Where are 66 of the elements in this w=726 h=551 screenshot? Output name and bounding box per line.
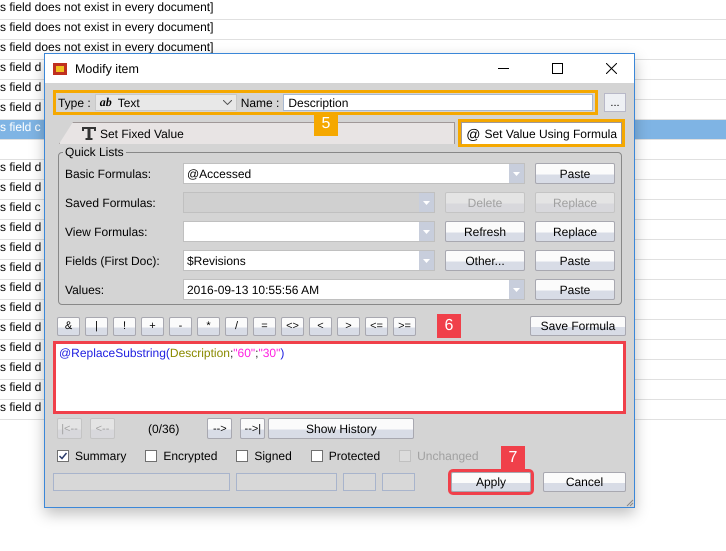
operator-button[interactable]: <> bbox=[281, 316, 304, 336]
save-formula-button[interactable]: Save Formula bbox=[530, 316, 626, 336]
checkmark-icon bbox=[58, 451, 68, 461]
list-row[interactable]: s field does not exist in every document] bbox=[0, 20, 726, 40]
combo-box[interactable]: 2016-09-13 10:55:56 AM bbox=[183, 279, 525, 300]
checkbox[interactable] bbox=[236, 450, 248, 462]
history-button[interactable]: -->| bbox=[240, 418, 266, 439]
field-label: Basic Formulas: bbox=[65, 166, 152, 180]
operator-button[interactable]: / bbox=[225, 316, 248, 336]
action-button[interactable]: Paste bbox=[535, 250, 615, 271]
tab[interactable]: @ Set Value Using Formula bbox=[461, 122, 622, 144]
text-t-icon bbox=[82, 127, 96, 140]
field-label: Values: bbox=[65, 282, 106, 296]
field-label: View Formulas: bbox=[65, 224, 148, 238]
action-button[interactable]: Paste bbox=[535, 279, 615, 300]
history-counter: (0/36) bbox=[148, 422, 180, 436]
checkbox-label[interactable]: Signed bbox=[254, 449, 292, 463]
apply-button[interactable]: Apply bbox=[451, 472, 531, 492]
operator-button[interactable]: > bbox=[337, 316, 360, 336]
checkbox[interactable] bbox=[310, 450, 323, 462]
operator-button[interactable]: >= bbox=[393, 316, 416, 336]
formula-editor[interactable]: @ReplaceSubstring(Description;"60";"30") bbox=[53, 341, 626, 414]
combo-box[interactable]: @Accessed bbox=[183, 163, 525, 184]
browse-button[interactable]: ... bbox=[604, 93, 626, 112]
list-row[interactable]: s field does not exist in every document] bbox=[0, 0, 726, 20]
field-label: Saved Formulas: bbox=[65, 196, 157, 210]
operator-button[interactable]: = bbox=[253, 316, 276, 336]
app-icon bbox=[53, 62, 67, 74]
action-button[interactable]: Paste bbox=[535, 163, 615, 184]
operator-button[interactable]: * bbox=[197, 316, 220, 336]
callout-badge: 5 bbox=[314, 112, 338, 136]
operator-button[interactable]: | bbox=[85, 316, 108, 336]
maximize-icon[interactable] bbox=[552, 63, 562, 74]
callout-badge: 7 bbox=[501, 446, 525, 470]
chevron-down-icon[interactable] bbox=[222, 100, 232, 105]
minimize-icon[interactable] bbox=[498, 68, 508, 70]
type-dropdown[interactable]: ab Text bbox=[94, 94, 237, 111]
action-button[interactable]: Replace bbox=[535, 221, 615, 242]
resize-grip-icon[interactable] bbox=[624, 497, 634, 507]
type-label: Type : bbox=[58, 96, 91, 110]
field-label: Fields (First Doc): bbox=[65, 254, 161, 268]
history-button[interactable]: --> bbox=[207, 418, 232, 439]
checkbox-label[interactable]: Summary bbox=[75, 449, 126, 463]
group-title: Quick Lists bbox=[63, 145, 126, 159]
action-button[interactable]: Refresh bbox=[445, 221, 525, 242]
cancel-button[interactable]: Cancel bbox=[543, 472, 626, 492]
status-field bbox=[382, 473, 415, 491]
operator-button[interactable]: ! bbox=[113, 316, 136, 336]
show-history-button[interactable]: Show History bbox=[268, 418, 414, 439]
callout-badge: 6 bbox=[437, 314, 461, 338]
status-field bbox=[343, 473, 376, 491]
operator-button[interactable]: < bbox=[309, 316, 332, 336]
checkbox[interactable] bbox=[57, 450, 69, 462]
name-field[interactable]: Description bbox=[283, 94, 593, 111]
name-label: Name : bbox=[240, 96, 280, 110]
combo-box[interactable]: $Revisions bbox=[183, 250, 435, 271]
operator-button[interactable]: <= bbox=[365, 316, 388, 336]
operator-button[interactable]: & bbox=[57, 316, 80, 336]
action-button[interactable]: Other... bbox=[445, 250, 525, 271]
operator-button[interactable]: - bbox=[169, 316, 192, 336]
checkbox[interactable] bbox=[145, 450, 158, 462]
close-icon[interactable] bbox=[606, 63, 616, 74]
window-title: Modify item bbox=[75, 62, 140, 76]
checkbox-label[interactable]: Encrypted bbox=[163, 449, 218, 463]
operator-button[interactable]: + bbox=[141, 316, 164, 336]
checkbox-label[interactable]: Protected bbox=[328, 449, 380, 463]
